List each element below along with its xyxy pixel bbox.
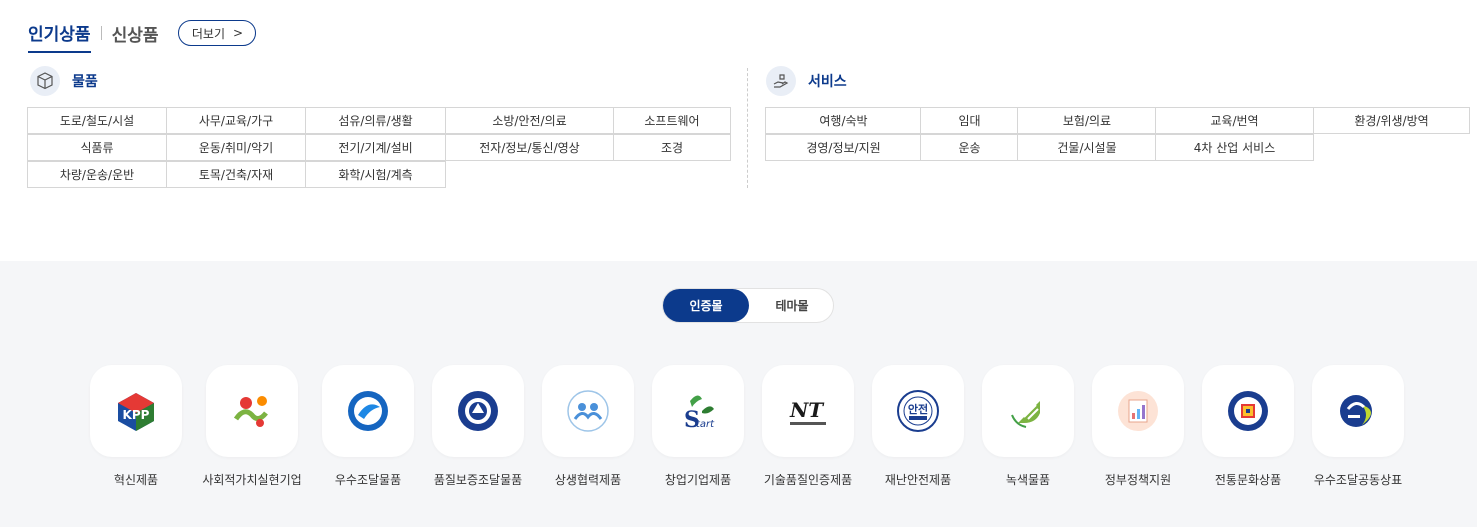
product-category-section: 인기상품 신상품 더보기 > 물품 서비스 도로/철도/시설 사무/교육/가구 섬유… (0, 0, 1477, 261)
goods-category-item[interactable]: 사무/교육/가구 (166, 107, 306, 134)
tab-popular[interactable]: 인기상품 (28, 20, 91, 53)
toggle-theme-mall[interactable]: 테마몰 (749, 289, 835, 322)
certification-label: 사회적가치실현기업 (202, 473, 302, 487)
certification-item[interactable]: 안전재난안전제품 (858, 365, 978, 488)
services-category-item[interactable]: 건물/시설물 (1017, 134, 1157, 161)
hand-service-icon (766, 66, 796, 96)
traditional-culture-icon (1202, 365, 1294, 457)
svg-text:tart: tart (696, 419, 715, 430)
net-certification-icon: NT (762, 365, 854, 457)
chevron-right-icon: > (233, 26, 244, 40)
goods-category-item[interactable]: 식품류 (27, 134, 167, 161)
services-category-item[interactable]: 환경/위생/방역 (1313, 107, 1470, 134)
services-title: 서비스 (808, 74, 847, 90)
certification-item[interactable]: 상생협력제품 (528, 365, 648, 488)
box-icon (30, 66, 60, 96)
services-category-item[interactable]: 보험/의료 (1017, 107, 1157, 134)
product-tabs: 인기상품 신상품 더보기 > (28, 20, 257, 53)
certification-label: 우수조달물품 (334, 473, 402, 487)
services-category-item[interactable]: 여행/숙박 (765, 107, 922, 134)
goods-category-item[interactable]: 전기/기계/설비 (305, 134, 446, 161)
certification-item[interactable]: 정부정책지원 (1078, 365, 1198, 488)
tab-divider (100, 26, 102, 40)
goods-title: 물품 (72, 74, 98, 90)
certification-label: 기술품질인증제품 (763, 473, 853, 487)
certification-item[interactable]: 품질보증조달물품 (418, 365, 538, 488)
services-header: 서비스 (766, 66, 847, 96)
goods-category-item[interactable]: 소프트웨어 (613, 107, 731, 134)
joint-brand-icon (1312, 365, 1404, 457)
services-category-item[interactable]: 운송 (920, 134, 1019, 161)
certification-label: 품질보증조달물품 (433, 473, 523, 487)
services-category-item[interactable]: 교육/번역 (1155, 107, 1314, 134)
goods-category-item[interactable]: 차량/운송/운반 (27, 161, 167, 188)
goods-category-item[interactable]: 운동/취미/악기 (166, 134, 306, 161)
certification-label: 혁신제품 (113, 473, 159, 487)
services-category-item[interactable]: 임대 (920, 107, 1019, 134)
goods-category-item[interactable]: 화학/시험/계측 (305, 161, 446, 188)
certification-label: 상생협력제품 (554, 473, 622, 487)
excellent-procurement-icon (322, 365, 414, 457)
certification-item[interactable]: 녹색물품 (968, 365, 1088, 488)
social-value-icon (206, 365, 298, 457)
certification-item[interactable]: 우수조달물품 (308, 365, 428, 488)
certification-label: 전통문화상품 (1214, 473, 1282, 487)
more-button[interactable]: 더보기 > (178, 20, 257, 46)
section-divider (747, 68, 748, 188)
certification-label: 우수조달공동상표 (1313, 473, 1403, 487)
mall-toggle: 인증몰 테마몰 (662, 288, 834, 323)
certification-item[interactable]: 우수조달공동상표 (1298, 365, 1418, 488)
disaster-safety-icon: 안전 (872, 365, 964, 457)
more-button-label: 더보기 (191, 26, 226, 41)
svg-text:안전: 안전 (908, 402, 928, 416)
goods-category-item[interactable]: 전자/정보/통신/영상 (445, 134, 614, 161)
services-category-item[interactable]: 경영/정보/지원 (765, 134, 922, 161)
services-category-item[interactable]: 4차 산업 서비스 (1155, 134, 1314, 161)
certification-item[interactable]: 사회적가치실현기업 (192, 365, 312, 488)
quality-assurance-icon (432, 365, 524, 457)
certification-label: 창업기업제품 (664, 473, 732, 487)
certification-label: 재난안전제품 (884, 473, 952, 487)
certification-label: 정부정책지원 (1104, 473, 1172, 487)
policy-support-icon (1092, 365, 1184, 457)
green-certification-icon (982, 365, 1074, 457)
goods-header: 물품 (30, 66, 98, 96)
goods-category-item[interactable]: 섬유/의류/생활 (305, 107, 446, 134)
certification-item[interactable]: Start 창업기업제품 (638, 365, 758, 488)
certification-section: 인증몰 테마몰 KPP 혁신제품 사회적가치실현기업 우수조달물품 품질보증조달물품 상생… (0, 261, 1477, 527)
svg-text:KPP: KPP (123, 408, 150, 422)
certification-item[interactable]: KPP 혁신제품 (76, 365, 196, 488)
certification-label: 녹색물품 (1005, 473, 1051, 487)
innovation-product-icon: KPP (90, 365, 182, 457)
toggle-cert-mall[interactable]: 인증몰 (663, 289, 749, 322)
goods-category-item[interactable]: 소방/안전/의료 (445, 107, 614, 134)
certification-item[interactable]: NT 기술품질인증제품 (748, 365, 868, 488)
win-win-cooperation-icon (542, 365, 634, 457)
startup-icon: Start (652, 365, 744, 457)
svg-text:NT: NT (789, 398, 825, 422)
goods-category-item[interactable]: 토목/건축/자재 (166, 161, 306, 188)
tab-new[interactable]: 신상품 (112, 21, 159, 52)
goods-category-item[interactable]: 조경 (613, 134, 731, 161)
goods-category-item[interactable]: 도로/철도/시설 (27, 107, 167, 134)
certification-item[interactable]: 전통문화상품 (1188, 365, 1308, 488)
